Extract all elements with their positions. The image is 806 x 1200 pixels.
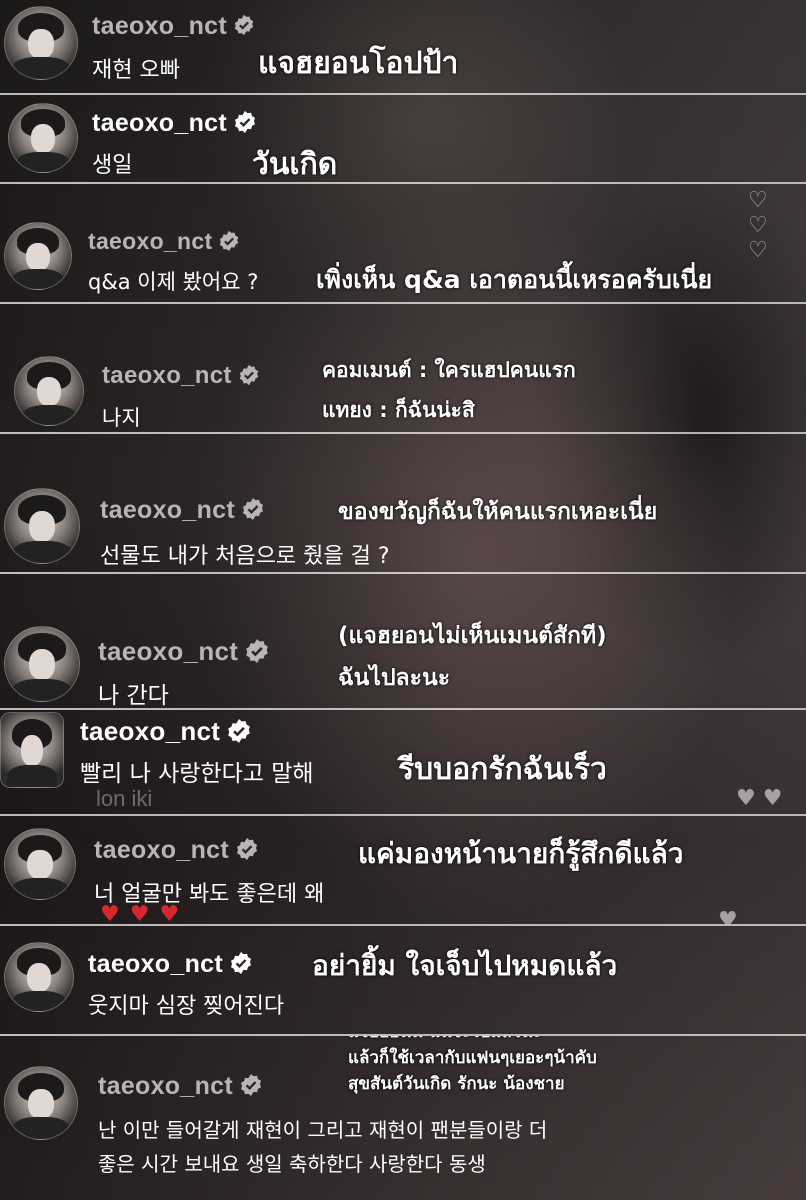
thai-translation: แทยง : ก็ฉันน่ะสิ — [322, 398, 475, 422]
verified-badge-icon — [229, 951, 253, 975]
comment-text: 좋은 시간 보내요 생일 축하한다 사랑한다 동생 — [98, 1152, 486, 1176]
comment-text: q&a 이제 봤어요 ? — [88, 270, 259, 294]
username[interactable]: taeoxo_nct — [98, 636, 270, 667]
profile-avatar[interactable] — [4, 942, 74, 1012]
comment-text: 선물도 내가 처음으로 줬을 걸 ? — [100, 544, 390, 569]
comment-panel-3: ♡ ♡ ♡ taeoxo_nct q&a 이제 봤어요 ? เพิ่งเห็น q&… — [0, 184, 806, 304]
comment-panel-9: taeoxo_nct 웃지마 심장 찢어진다 อย่ายิ้ม ใจเจ็บไป… — [0, 926, 806, 1036]
verified-badge-icon — [239, 1073, 263, 1097]
profile-avatar[interactable] — [8, 103, 78, 173]
comment-text: 생일 — [92, 153, 133, 178]
profile-avatar[interactable] — [4, 222, 72, 290]
verified-badge-icon — [233, 14, 255, 36]
thai-translation: วันเกิด — [252, 147, 338, 182]
verified-badge-icon — [241, 497, 265, 521]
thai-translation: รีบบอกรักฉันเร็ว — [398, 752, 607, 787]
comment-panel-8: taeoxo_nct 너 얼굴만 봐도 좋은데 왜 แค่มองหน้านายก… — [0, 816, 806, 926]
thai-translation: แค่มองหน้านายก็รู้สึกดีแล้ว — [358, 837, 684, 870]
comment-panel-7: taeoxo_nct 빨리 나 사랑한다고 말해 รีบบอกรักฉันเร็… — [0, 710, 806, 816]
verified-badge-icon — [226, 718, 252, 744]
comment-panel-5: taeoxo_nct 선물도 내가 처음으로 줬을 걸 ? ของขวัญก็ฉ… — [0, 434, 806, 574]
username[interactable]: taeoxo_nct — [92, 109, 257, 138]
comment-panel-10: แจฮยอนนี่ ฉันจะไปแล้วนะ แล้วก็ใช้เวลากับ… — [0, 1036, 806, 1200]
thai-translation: แจฮยอนโอปป้า — [258, 46, 459, 81]
floating-hearts: ♥ — [718, 908, 738, 926]
username[interactable]: taeoxo_nct — [98, 1072, 263, 1101]
thai-translation: แล้วก็ใช้เวลากับแฟนๆเยอะๆน้าคับ — [348, 1048, 597, 1068]
comment-panel-4: taeoxo_nct 나지 คอมเมนต์ : ใครแฮปคนแรก แทย… — [0, 304, 806, 434]
verified-badge-icon — [238, 364, 260, 386]
profile-avatar[interactable] — [0, 712, 64, 788]
verified-badge-icon — [235, 837, 259, 861]
verified-badge-icon — [218, 230, 240, 252]
thai-translation: สุขสันต์วันเกิด รักนะ น้องชาย — [348, 1074, 565, 1094]
comment-text: 나지 — [102, 406, 141, 430]
verified-badge-icon — [244, 638, 270, 664]
username[interactable]: taeoxo_nct — [88, 228, 240, 255]
username[interactable]: taeoxo_nct — [102, 362, 260, 390]
floating-hearts: ♥ ♥ — [736, 786, 783, 811]
comment-text: 나 간다 — [98, 683, 169, 709]
thai-translation: เพิ่งเห็น q&a เอาตอนนี้เหรอครับเนี่ย — [316, 265, 713, 294]
profile-avatar[interactable] — [4, 6, 78, 80]
floating-hearts: ♡ ♡ ♡ — [748, 188, 768, 263]
profile-avatar[interactable] — [14, 356, 84, 426]
comment-text: 웃지마 심장 찢어진다 — [88, 994, 285, 1019]
thai-translation: ฉันไปละนะ — [338, 665, 451, 691]
comment-text: 난 이만 들어갈게 재현이 그리고 재현이 팬분들이랑 더 — [98, 1118, 548, 1142]
username[interactable]: taeoxo_nct — [100, 496, 265, 525]
thai-translation: อย่ายิ้ม ใจเจ็บไปหมดแล้ว — [312, 949, 618, 982]
comment-text: 재현 오빠 — [92, 58, 180, 83]
profile-avatar[interactable] — [4, 828, 76, 900]
comment-text: 빨리 나 사랑한다고 말해 — [80, 761, 314, 787]
verified-badge-icon — [233, 110, 257, 134]
background-comment: lon iki — [96, 786, 153, 811]
username[interactable]: taeoxo_nct — [92, 12, 255, 41]
comment-panel-6: taeoxo_nct 나 간다 (แจฮยอนไม่เห็นเมนต์สักที… — [0, 574, 806, 710]
thai-translation: (แจฮยอนไม่เห็นเมนต์สักที) — [338, 623, 607, 649]
username[interactable]: taeoxo_nct — [88, 950, 253, 979]
thai-translation: คอมเมนต์ : ใครแฮปคนแรก — [322, 358, 576, 382]
comment-panel-1: taeoxo_nct 재현 오빠 แจฮยอนโอปป้า — [0, 0, 806, 95]
comment-panel-2: taeoxo_nct 생일 วันเกิด — [0, 95, 806, 184]
floating-hearts-red: ♥♥♥ — [100, 902, 190, 926]
username[interactable]: taeoxo_nct — [80, 716, 252, 747]
profile-avatar[interactable] — [4, 626, 80, 702]
thai-translation: ของขวัญก็ฉันให้คนแรกเหอะเนี่ย — [338, 499, 658, 525]
profile-avatar[interactable] — [4, 1066, 78, 1140]
profile-avatar[interactable] — [4, 488, 80, 564]
username[interactable]: taeoxo_nct — [94, 836, 259, 865]
